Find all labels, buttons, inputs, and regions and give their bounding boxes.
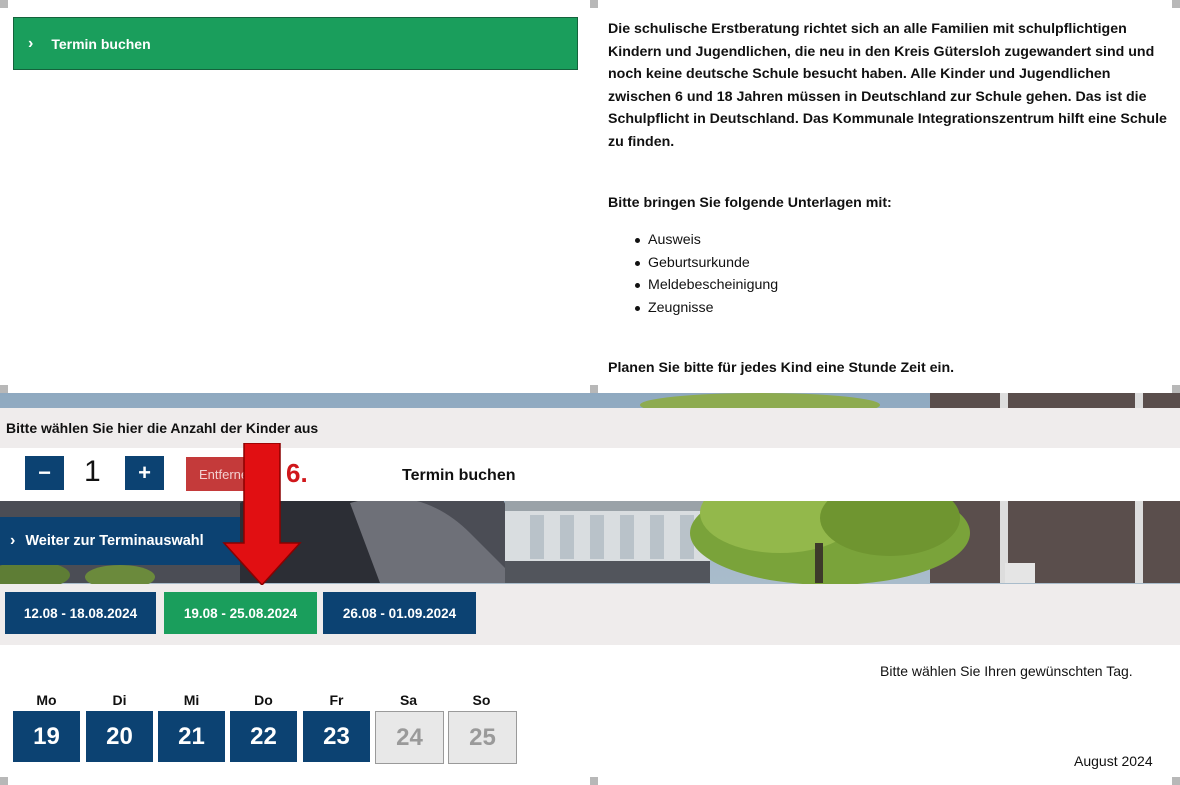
corner-marker bbox=[590, 777, 598, 785]
corner-marker bbox=[0, 385, 8, 393]
book-appointment-button[interactable]: › Termin buchen bbox=[13, 17, 578, 70]
weekday-label: Mi bbox=[183, 692, 200, 708]
continue-to-appointment-button[interactable]: › Weiter zur Terminauswahl bbox=[0, 517, 240, 565]
corner-marker bbox=[0, 0, 8, 8]
documents-heading: Bitte bringen Sie folgende Unterlagen mi… bbox=[608, 195, 892, 211]
weekday-label: Mo bbox=[36, 692, 57, 708]
corner-marker bbox=[1172, 777, 1180, 785]
weekday-label: Di bbox=[112, 692, 127, 708]
corner-marker bbox=[1172, 385, 1180, 393]
week-button[interactable]: 19.08 - 25.08.2024 bbox=[164, 592, 317, 634]
day-button: 25 bbox=[448, 711, 517, 764]
list-item: Geburtsurkunde bbox=[634, 252, 778, 275]
day-button[interactable]: 20 bbox=[86, 711, 153, 762]
weekday-label: Do bbox=[254, 692, 273, 708]
documents-list: Ausweis Geburtsurkunde Meldebescheinigun… bbox=[634, 229, 778, 320]
week-button[interactable]: 12.08 - 18.08.2024 bbox=[5, 592, 156, 634]
month-label: August 2024 bbox=[1074, 753, 1153, 769]
week-label: 12.08 - 18.08.2024 bbox=[23, 605, 138, 621]
day-button[interactable]: 23 bbox=[303, 711, 370, 762]
list-item: Zeugnisse bbox=[634, 297, 778, 320]
day-button: 24 bbox=[375, 711, 444, 764]
increment-button[interactable]: + bbox=[125, 456, 164, 490]
chevron-right-icon: › bbox=[28, 34, 34, 52]
corner-marker bbox=[590, 0, 598, 8]
week-label: 19.08 - 25.08.2024 bbox=[183, 605, 298, 621]
continue-label: Weiter zur Terminauswahl bbox=[25, 533, 204, 549]
booking-heading: Termin buchen bbox=[402, 467, 516, 484]
plus-icon: + bbox=[138, 460, 151, 485]
kids-count-value: 1 bbox=[84, 455, 101, 488]
weekday-label: Fr bbox=[329, 692, 344, 708]
list-item: Meldebescheinigung bbox=[634, 274, 778, 297]
down-arrow-icon bbox=[222, 443, 302, 585]
corner-marker bbox=[590, 385, 598, 393]
day-button[interactable]: 22 bbox=[230, 711, 297, 762]
corner-marker bbox=[1172, 0, 1180, 8]
book-appointment-label: Termin buchen bbox=[51, 35, 151, 52]
time-note: Planen Sie bitte für jedes Kind eine Stu… bbox=[608, 360, 955, 376]
week-label: 26.08 - 01.09.2024 bbox=[342, 605, 457, 621]
kids-counter-bar bbox=[0, 448, 1180, 501]
choose-day-hint: Bitte wählen Sie Ihren gewünschten Tag. bbox=[880, 663, 1133, 679]
kids-count-label: Bitte wählen Sie hier die Anzahl der Kin… bbox=[0, 408, 1180, 448]
minus-icon: − bbox=[38, 460, 51, 485]
list-item: Ausweis bbox=[634, 229, 778, 252]
weekday-label: Sa bbox=[399, 692, 418, 708]
weekday-label: So bbox=[472, 692, 491, 708]
day-button[interactable]: 19 bbox=[13, 711, 80, 762]
corner-marker bbox=[0, 777, 8, 785]
chevron-right-icon: › bbox=[10, 532, 16, 549]
decrement-button[interactable]: − bbox=[25, 456, 64, 490]
week-button[interactable]: 26.08 - 01.09.2024 bbox=[323, 592, 476, 634]
day-button[interactable]: 21 bbox=[158, 711, 225, 762]
intro-text: Die schulische Erstberatung richtet sich… bbox=[608, 21, 1167, 150]
